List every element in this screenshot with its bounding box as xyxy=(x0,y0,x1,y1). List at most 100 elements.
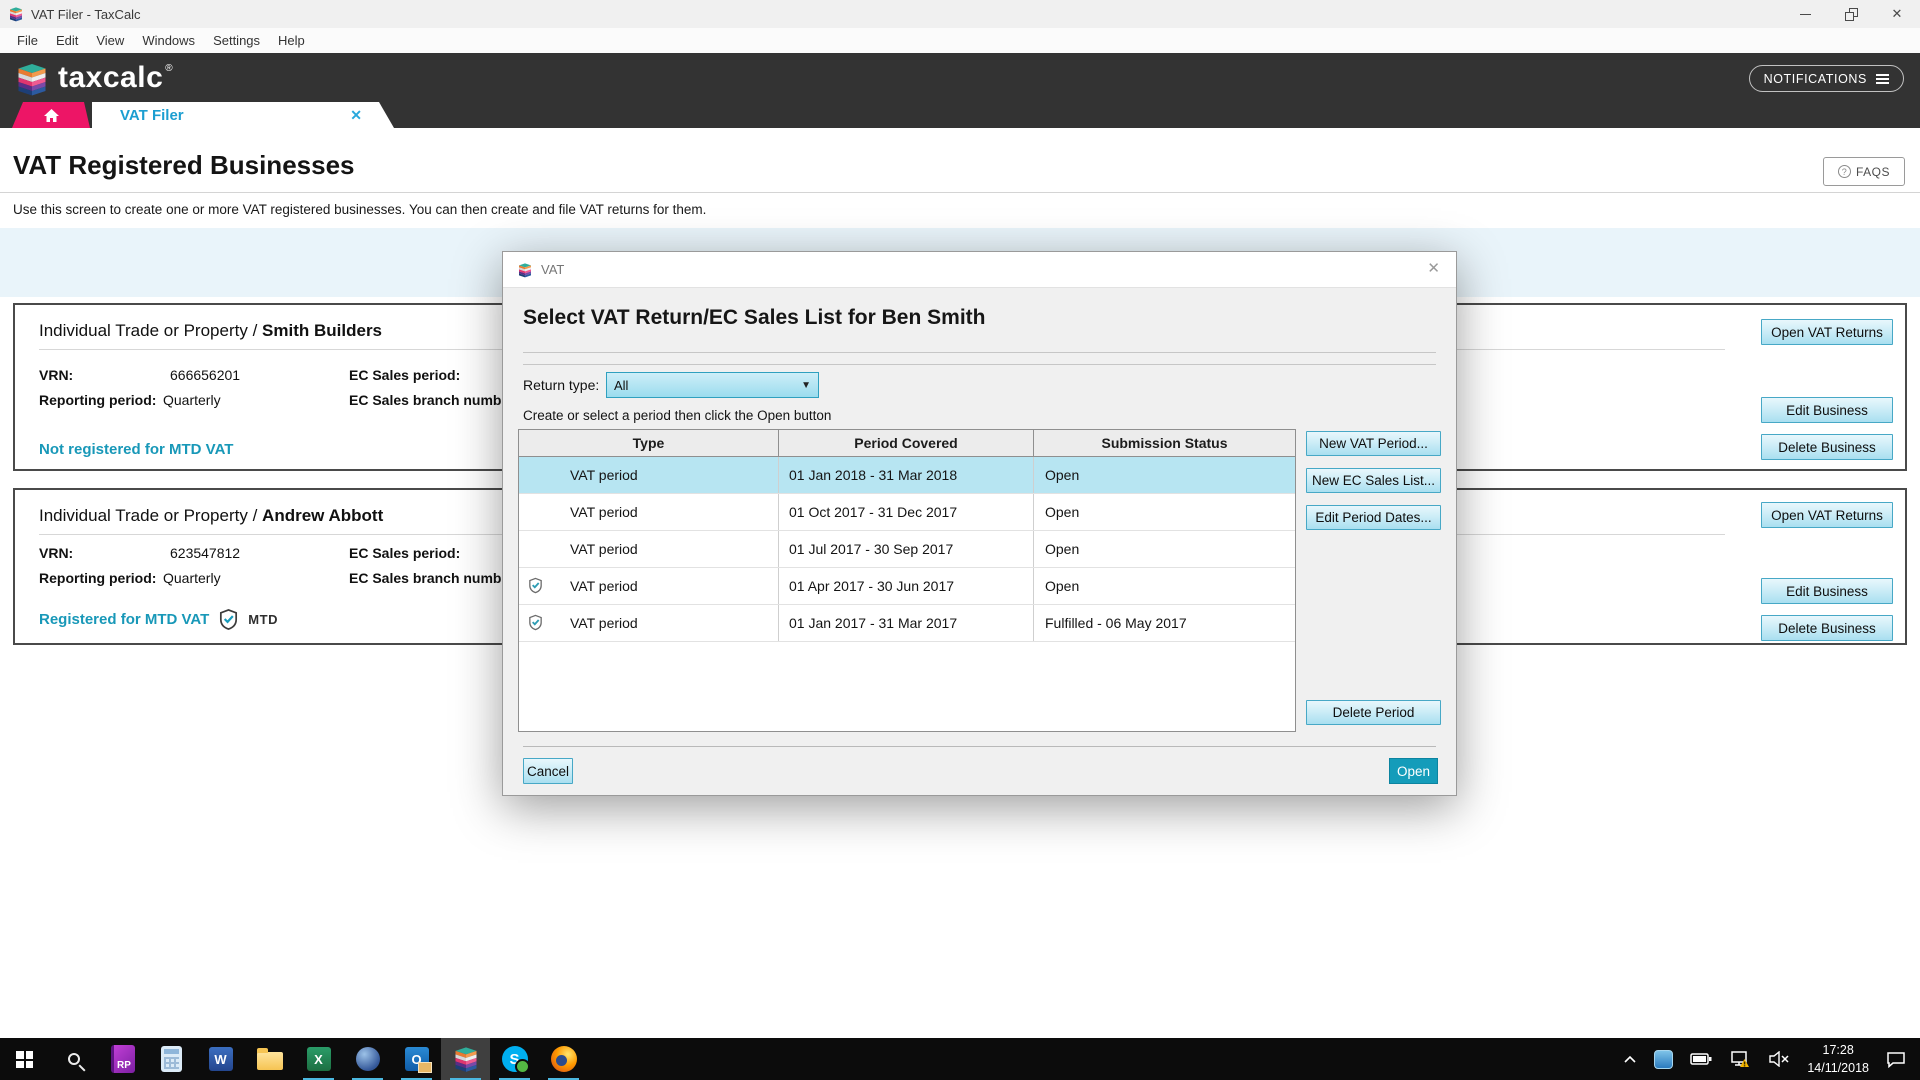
ec-sales-branch-label: EC Sales branch number: xyxy=(349,392,519,408)
mtd-status: Not registered for MTD VAT xyxy=(39,441,233,458)
taskbar-clock[interactable]: 17:28 14/11/2018 xyxy=(1807,1041,1869,1077)
tab-close-icon[interactable]: ✕ xyxy=(350,107,362,124)
table-row[interactable]: VAT period 01 Jan 2017 - 31 Mar 2017 Ful… xyxy=(519,605,1295,642)
restore-icon xyxy=(1845,8,1858,21)
taskbar-rp-app[interactable]: RP xyxy=(98,1038,147,1080)
open-vat-returns-button[interactable]: Open VAT Returns xyxy=(1761,502,1893,528)
taskbar-calculator[interactable] xyxy=(147,1038,196,1080)
return-type-select[interactable]: All ▼ xyxy=(606,372,819,398)
taskbar-file-explorer[interactable] xyxy=(245,1038,294,1080)
dialog-icon xyxy=(517,262,533,278)
page-title: VAT Registered Businesses xyxy=(13,150,355,181)
taskbar-skype[interactable]: S xyxy=(490,1038,539,1080)
taskbar: RP W X O S 17:28 14/11/2018 xyxy=(0,1038,1920,1080)
open-button[interactable]: Open xyxy=(1389,758,1438,784)
periods-table: Type Period Covered Submission Status VA… xyxy=(518,429,1296,732)
period-covered: 01 Jul 2017 - 30 Sep 2017 xyxy=(789,541,953,557)
mtd-badge-label: MTD xyxy=(248,612,278,627)
taskbar-excel[interactable]: X xyxy=(294,1038,343,1080)
tab-home[interactable] xyxy=(12,102,90,128)
table-row[interactable]: VAT period 01 Oct 2017 - 31 Dec 2017 Ope… xyxy=(519,494,1295,531)
column-header-submission-status[interactable]: Submission Status xyxy=(1034,430,1295,456)
tab-vat-filer[interactable]: VAT Filer ✕ xyxy=(92,102,394,128)
search-icon xyxy=(68,1053,80,1065)
taxcalc-app-icon xyxy=(8,6,24,22)
footer-rule xyxy=(523,746,1436,747)
dialog-close-icon[interactable]: ✕ xyxy=(1427,261,1440,276)
table-row[interactable]: VAT period 01 Apr 2017 - 30 Jun 2017 Ope… xyxy=(519,568,1295,605)
minimize-button[interactable] xyxy=(1782,0,1828,28)
action-center-icon[interactable] xyxy=(1886,1051,1906,1068)
delete-period-button[interactable]: Delete Period xyxy=(1306,700,1441,725)
button-label: Delete Business xyxy=(1778,440,1876,455)
skype-icon: S xyxy=(502,1046,528,1072)
intel-graphics-tray-icon[interactable] xyxy=(1654,1050,1673,1069)
period-type: VAT period xyxy=(570,467,638,483)
column-header-type[interactable]: Type xyxy=(519,430,779,456)
table-row[interactable]: VAT period 01 Jan 2018 - 31 Mar 2018 Ope… xyxy=(519,457,1295,494)
submission-status: Open xyxy=(1045,541,1079,557)
menu-bar: File Edit View Windows Settings Help xyxy=(0,28,1920,53)
business-name: Andrew Abbott xyxy=(262,506,383,525)
new-ec-sales-list-button[interactable]: New EC Sales List... xyxy=(1306,468,1441,493)
tab-row: VAT Filer ✕ xyxy=(12,102,394,128)
period-covered: 01 Apr 2017 - 30 Jun 2017 xyxy=(789,578,954,594)
edit-period-dates-button[interactable]: Edit Period Dates... xyxy=(1306,505,1441,530)
period-covered: 01 Jan 2018 - 31 Mar 2018 xyxy=(789,467,957,483)
taskbar-word[interactable]: W xyxy=(196,1038,245,1080)
network-warning-icon[interactable] xyxy=(1729,1051,1751,1067)
taskbar-search-button[interactable] xyxy=(49,1038,98,1080)
faqs-label: FAQS xyxy=(1856,165,1890,179)
folder-icon xyxy=(257,1052,283,1070)
volume-muted-icon[interactable] xyxy=(1768,1051,1790,1067)
return-type-value: All xyxy=(614,378,628,393)
period-type: VAT period xyxy=(570,504,638,520)
taskbar-internet-globe[interactable] xyxy=(343,1038,392,1080)
menu-edit[interactable]: Edit xyxy=(47,33,87,48)
submission-status: Open xyxy=(1045,578,1079,594)
delete-business-button[interactable]: Delete Business xyxy=(1761,434,1893,460)
window-titlebar[interactable]: VAT Filer - TaxCalc ✕ xyxy=(0,0,1920,28)
hamburger-icon xyxy=(1876,78,1889,80)
tray-chevron-up-icon[interactable] xyxy=(1623,1055,1637,1064)
edit-business-button[interactable]: Edit Business xyxy=(1761,397,1893,423)
menu-view[interactable]: View xyxy=(87,33,133,48)
menu-windows[interactable]: Windows xyxy=(133,33,204,48)
submitted-check-icon xyxy=(527,614,544,631)
faqs-button[interactable]: ? FAQS xyxy=(1823,157,1905,186)
calculator-icon xyxy=(161,1046,182,1072)
return-type-label: Return type: xyxy=(523,377,599,393)
excel-icon: X xyxy=(307,1047,331,1071)
taskbar-taxcalc[interactable] xyxy=(441,1038,490,1080)
button-label: Open VAT Returns xyxy=(1771,508,1883,523)
close-window-button[interactable]: ✕ xyxy=(1874,0,1920,28)
vat-dialog: VAT ✕ Select VAT Return/EC Sales List fo… xyxy=(502,251,1457,796)
delete-business-button[interactable]: Delete Business xyxy=(1761,615,1893,641)
dialog-heading: Select VAT Return/EC Sales List for Ben … xyxy=(523,306,985,330)
question-circle-icon: ? xyxy=(1838,165,1851,178)
clock-time: 17:28 xyxy=(1807,1041,1869,1059)
notifications-button[interactable]: NOTIFICATIONS xyxy=(1749,65,1904,92)
reporting-period-value: Quarterly xyxy=(163,392,221,408)
new-vat-period-button[interactable]: New VAT Period... xyxy=(1306,431,1441,456)
vrn-label: VRN: xyxy=(39,367,73,383)
restore-button[interactable] xyxy=(1828,0,1874,28)
menu-file[interactable]: File xyxy=(8,33,47,48)
menu-settings[interactable]: Settings xyxy=(204,33,269,48)
taskbar-outlook[interactable]: O xyxy=(392,1038,441,1080)
mtd-status-text: Registered for MTD VAT xyxy=(39,611,209,628)
reporting-period-label: Reporting period: xyxy=(39,570,156,586)
dialog-titlebar[interactable]: VAT xyxy=(503,252,1456,288)
open-vat-returns-button[interactable]: Open VAT Returns xyxy=(1761,319,1893,345)
column-header-period-covered[interactable]: Period Covered xyxy=(779,430,1034,456)
outlook-icon: O xyxy=(405,1047,429,1071)
cancel-button[interactable]: Cancel xyxy=(523,758,573,784)
table-row[interactable]: VAT period 01 Jul 2017 - 30 Sep 2017 Ope… xyxy=(519,531,1295,568)
menu-help[interactable]: Help xyxy=(269,33,314,48)
submission-status: Open xyxy=(1045,467,1079,483)
start-button[interactable] xyxy=(0,1038,49,1080)
edit-business-button[interactable]: Edit Business xyxy=(1761,578,1893,604)
taskbar-firefox[interactable] xyxy=(539,1038,588,1080)
battery-icon[interactable] xyxy=(1690,1052,1712,1066)
submitted-check-icon xyxy=(527,577,544,594)
